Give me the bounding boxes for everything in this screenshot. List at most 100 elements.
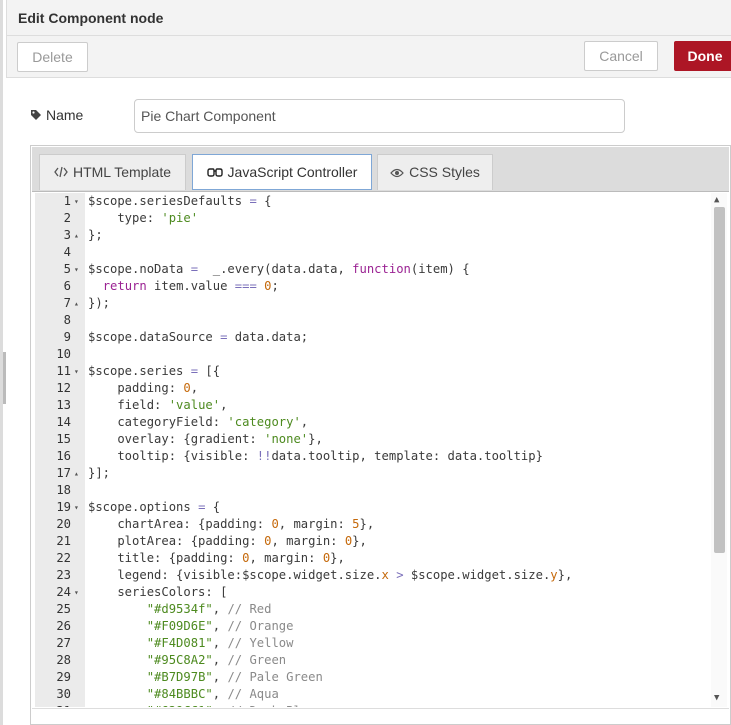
cancel-button[interactable]: Cancel bbox=[584, 41, 658, 71]
code-text: return item.value === 0; bbox=[102, 279, 279, 293]
code-line: 21 plotArea: {padding: 0, margin: 0}, bbox=[35, 533, 711, 550]
line-number: 27 bbox=[56, 636, 71, 650]
delete-button[interactable]: Delete bbox=[17, 42, 88, 72]
line-number: 19 bbox=[56, 500, 71, 514]
line-number: 16 bbox=[56, 449, 71, 463]
code-text: $scope.options = { bbox=[88, 500, 221, 514]
line-number: 30 bbox=[56, 687, 71, 701]
line-number: 15 bbox=[56, 432, 71, 446]
code-line: 16 tooltip: {visible: !!data.tooltip, te… bbox=[35, 448, 711, 465]
code-text: }); bbox=[88, 296, 111, 310]
line-number: 31 bbox=[35, 703, 71, 707]
code-text: "#629CC1", // Dark Blue bbox=[88, 703, 316, 707]
code-text: "#95C8A2", // Green bbox=[146, 653, 287, 667]
code-lines: 1 ▾ $scope.seriesDefaults = {2 type: 'pie'… bbox=[35, 193, 711, 707]
tab-label: CSS Styles bbox=[409, 164, 480, 180]
scroll-down-arrow-icon[interactable]: ▼ bbox=[714, 693, 719, 703]
code-text: categoryField: 'category', bbox=[88, 415, 309, 429]
line-number: 28 bbox=[56, 653, 71, 667]
line-number: 24 bbox=[56, 585, 71, 599]
name-label: Name bbox=[46, 107, 84, 123]
code-text: overlay: {gradient: 'none'}, bbox=[88, 432, 323, 446]
code-line: 31 "#629CC1", // Dark Blue bbox=[35, 703, 711, 707]
code-text: plotArea: {padding: 0, margin: 0}, bbox=[88, 534, 367, 548]
code-editor[interactable]: 1 ▾ $scope.seriesDefaults = {2 type: 'pie'… bbox=[35, 193, 727, 707]
code-line: 29 "#B7D97B", // Pale Green bbox=[35, 669, 711, 686]
action-bar: Delete Cancel Done bbox=[6, 36, 731, 78]
code-line: 23 legend: {visible:$scope.widget.size.x… bbox=[35, 567, 711, 584]
code-line: 20 chartArea: {padding: 0, margin: 5}, bbox=[35, 516, 711, 533]
code-line: 9 $scope.dataSource = data.data; bbox=[35, 329, 711, 346]
code-line: 10 bbox=[35, 346, 711, 363]
fold-expanded-icon[interactable]: ▾ bbox=[74, 499, 84, 516]
tab-label: HTML Template bbox=[72, 164, 172, 180]
code-text: field: 'value', bbox=[88, 398, 228, 412]
code-line: 24 ▾ seriesColors: [ bbox=[35, 584, 711, 601]
name-label-wrap: Name bbox=[30, 107, 83, 124]
scroll-up-arrow-icon[interactable]: ▲ bbox=[714, 195, 719, 205]
line-number: 7 bbox=[63, 296, 71, 310]
done-button[interactable]: Done bbox=[674, 41, 731, 71]
code-line: 27 "#F4D081", // Yellow bbox=[35, 635, 711, 652]
code-line: 3 ▴}; bbox=[35, 227, 711, 244]
editor-footer bbox=[32, 708, 729, 724]
code-text: tooltip: {visible: !!data.tooltip, templ… bbox=[88, 449, 543, 463]
line-number: 13 bbox=[56, 398, 71, 412]
fold-end-icon: ▴ bbox=[74, 469, 79, 478]
vertical-scrollbar[interactable]: ▲ ▼ bbox=[711, 193, 727, 707]
glasses-icon bbox=[206, 156, 223, 190]
dialog-title: Edit Component node bbox=[18, 10, 164, 26]
line-number: 14 bbox=[56, 415, 71, 429]
code-line: 2 type: 'pie' bbox=[35, 210, 711, 227]
line-number: 25 bbox=[56, 602, 71, 616]
code-text: "#B7D97B", // Pale Green bbox=[146, 670, 323, 684]
code-line: 5 ▾ $scope.noData = _.every(data.data, fun… bbox=[35, 261, 711, 278]
code-text: $scope.seriesDefaults = { bbox=[88, 194, 272, 208]
code-line: 15 overlay: {gradient: 'none'}, bbox=[35, 431, 711, 448]
code-text: seriesColors: [ bbox=[88, 585, 228, 599]
code-text: title: {padding: 0, margin: 0}, bbox=[88, 551, 345, 565]
code-text: $scope.dataSource = data.data; bbox=[88, 330, 309, 344]
tag-icon bbox=[30, 108, 42, 124]
code-text: padding: 0, bbox=[88, 381, 199, 395]
line-number: 1 bbox=[63, 194, 71, 208]
code-text: }; bbox=[88, 228, 103, 242]
scroll-thumb[interactable] bbox=[714, 207, 725, 553]
resize-grip[interactable] bbox=[3, 352, 6, 404]
tab-label: JavaScript Controller bbox=[227, 164, 358, 180]
line-number: 18 bbox=[56, 483, 71, 497]
code-text: chartArea: {padding: 0, margin: 5}, bbox=[88, 517, 375, 531]
fold-expanded-icon[interactable]: ▾ bbox=[74, 261, 84, 278]
code-icon bbox=[54, 156, 68, 190]
line-number: 9 bbox=[63, 330, 71, 344]
code-line: 6 return item.value === 0; bbox=[35, 278, 711, 295]
code-line: 28 "#95C8A2", // Green bbox=[35, 652, 711, 669]
code-line: 22 title: {padding: 0, margin: 0}, bbox=[35, 550, 711, 567]
fold-expanded-icon[interactable]: ▾ bbox=[74, 363, 84, 380]
code-text: "#F4D081", // Yellow bbox=[146, 636, 294, 650]
code-line: 13 field: 'value', bbox=[35, 397, 711, 414]
line-number: 11 bbox=[56, 364, 71, 378]
line-number: 12 bbox=[56, 381, 71, 395]
line-number: 2 bbox=[63, 211, 71, 225]
tab-css-styles[interactable]: CSS Styles bbox=[377, 154, 493, 190]
tab-html-template[interactable]: HTML Template bbox=[39, 154, 186, 190]
code-line: 11 ▾ $scope.series = [{ bbox=[35, 363, 711, 380]
fold-expanded-icon[interactable]: ▾ bbox=[74, 584, 84, 601]
name-input[interactable] bbox=[134, 99, 625, 133]
editor-frame: HTML Template JavaScript Controller CSS … bbox=[30, 145, 731, 725]
tab-javascript-controller[interactable]: JavaScript Controller bbox=[192, 154, 372, 190]
code-line: 4 bbox=[35, 244, 711, 261]
line-number: 21 bbox=[56, 534, 71, 548]
code-line: 14 categoryField: 'category', bbox=[35, 414, 711, 431]
line-number: 26 bbox=[56, 619, 71, 633]
line-number: 23 bbox=[56, 568, 71, 582]
line-number: 20 bbox=[56, 517, 71, 531]
fold-expanded-icon[interactable]: ▾ bbox=[74, 193, 84, 210]
line-number: 3 bbox=[63, 228, 71, 242]
code-line: 18 bbox=[35, 482, 711, 499]
line-number: 10 bbox=[56, 347, 71, 361]
code-text: "#d9534f", // Red bbox=[146, 602, 272, 616]
code-line: 1 ▾ $scope.seriesDefaults = { bbox=[35, 193, 711, 210]
fold-end-icon: ▴ bbox=[74, 231, 79, 240]
